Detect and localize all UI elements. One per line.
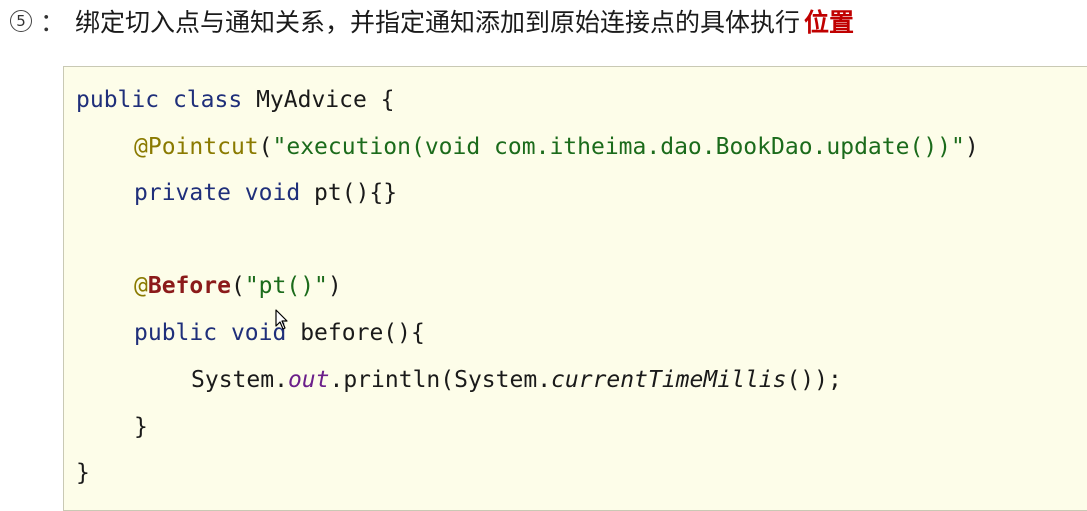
code-line-method-close: } xyxy=(134,412,148,442)
mouse-pointer-icon xyxy=(275,309,288,330)
keyword: public xyxy=(134,320,218,346)
code-text: System. xyxy=(191,367,288,393)
keyword: public xyxy=(76,87,160,113)
method-decl: pt(){} xyxy=(314,180,398,206)
code-text: ()); xyxy=(786,367,842,393)
annotation-name: Pointcut xyxy=(147,134,259,160)
heading-colon: ： xyxy=(40,8,66,37)
static-field: out xyxy=(287,367,330,393)
paren-open: ( xyxy=(258,134,273,160)
string-literal: "execution(void com.itheima.dao.BookDao.… xyxy=(272,134,965,160)
keyword: class xyxy=(172,87,243,113)
keyword: void xyxy=(244,180,301,206)
code-text: .println(System. xyxy=(329,367,552,393)
paren-close: ) xyxy=(327,273,342,299)
heading-text: 绑定切入点与通知关系，并指定通知添加到原始连接点的具体执行 xyxy=(75,8,801,37)
annotation-at: @ xyxy=(134,134,148,160)
paren-open: ( xyxy=(230,273,245,299)
static-method: currentTimeMillis xyxy=(551,367,787,393)
code-line-pointcut: @Pointcut("execution(void com.itheima.da… xyxy=(134,132,979,162)
keyword: private xyxy=(134,180,231,206)
closing-brace: } xyxy=(76,460,90,486)
slide-heading: 5 ： 绑定切入点与通知关系，并指定通知添加到原始连接点的具体执行 位置 xyxy=(10,4,854,38)
string-literal: "pt()" xyxy=(244,273,328,299)
code-line-println: System.out.println(System.currentTimeMil… xyxy=(191,365,842,395)
class-name: MyAdvice { xyxy=(256,87,395,113)
code-line-before: @Before("pt()") xyxy=(134,271,342,301)
method-decl: before(){ xyxy=(300,320,425,346)
heading-emphasis: 位置 xyxy=(804,8,855,37)
paren-close: ) xyxy=(964,134,979,160)
code-block: public class MyAdvice { @Pointcut("execu… xyxy=(63,66,1087,511)
code-line-class-decl: public class MyAdvice { xyxy=(76,85,395,115)
annotation-at: @ xyxy=(134,273,148,299)
code-line-pt-method: private void pt(){} xyxy=(134,178,397,208)
closing-brace: } xyxy=(134,414,148,440)
step-number-badge: 5 xyxy=(10,10,32,32)
code-line-class-close: } xyxy=(76,458,90,488)
annotation-name: Before xyxy=(147,273,231,299)
